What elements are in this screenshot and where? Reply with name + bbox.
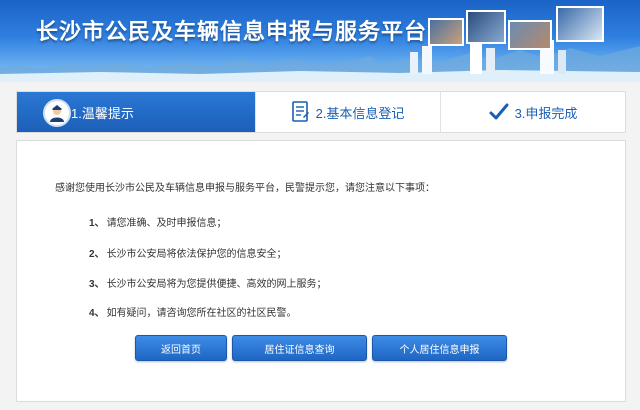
notice-text: 长沙市公安局将为您提供便捷、高效的网上服务；	[106, 279, 327, 290]
header-banner: 长沙市公民及车辆信息申报与服务平台	[0, 0, 640, 82]
notice-item: 3、 长沙市公安局将为您提供便捷、高效的网上服务；	[89, 275, 327, 290]
notice-number: 2、	[89, 249, 105, 260]
notice-item: 2、 长沙市公安局将依法保护您的信息安全；	[89, 245, 287, 260]
tab-step-2[interactable]: 2.基本信息登记	[256, 92, 441, 132]
notice-number: 4、	[89, 308, 105, 319]
notice-text: 长沙市公安局将依法保护您的信息安全；	[106, 249, 287, 260]
page-title: 长沙市公民及车辆信息申报与服务平台	[36, 20, 428, 45]
banner-photo-4	[556, 6, 604, 42]
notice-text: 如有疑问，请咨询您所在社区的社区民警。	[106, 308, 297, 319]
notice-item: 1、 请您准确、及时申报信息；	[89, 214, 227, 229]
tab-step-1[interactable]: 1.温馨提示	[17, 92, 256, 132]
notice-text: 请您准确、及时申报信息；	[106, 218, 227, 229]
tab-step-3[interactable]: 3.申报完成	[441, 92, 625, 132]
tab-step-2-label: 2.基本信息登记	[315, 105, 405, 121]
personal-residence-declare-button[interactable]: 个人居住信息申报	[372, 335, 507, 361]
tab-step-1-label: 1.温馨提示	[71, 105, 134, 121]
banner-photo-2	[466, 10, 506, 44]
police-avatar-icon	[43, 99, 71, 127]
return-home-button[interactable]: 返回首页	[135, 335, 227, 361]
banner-photo-1	[428, 18, 464, 46]
residence-permit-query-button[interactable]: 居住证信息查询	[232, 335, 367, 361]
checkmark-icon	[489, 103, 509, 121]
notice-panel: 感谢您使用长沙市公民及车辆信息申报与服务平台，民警提示您，请您注意以下事项： 1…	[16, 140, 626, 402]
tab-step-3-label: 3.申报完成	[514, 105, 578, 121]
intro-text: 感谢您使用长沙市公民及车辆信息申报与服务平台，民警提示您，请您注意以下事项：	[55, 183, 435, 194]
notice-number: 3、	[89, 279, 105, 290]
form-document-icon	[291, 101, 310, 123]
step-tabs: 1.温馨提示 2.基本信息登记 3.申报完成	[16, 91, 626, 133]
banner-photo-3	[508, 20, 552, 50]
notice-number: 1、	[89, 218, 105, 229]
notice-item: 4、 如有疑问，请咨询您所在社区的社区民警。	[89, 304, 297, 319]
